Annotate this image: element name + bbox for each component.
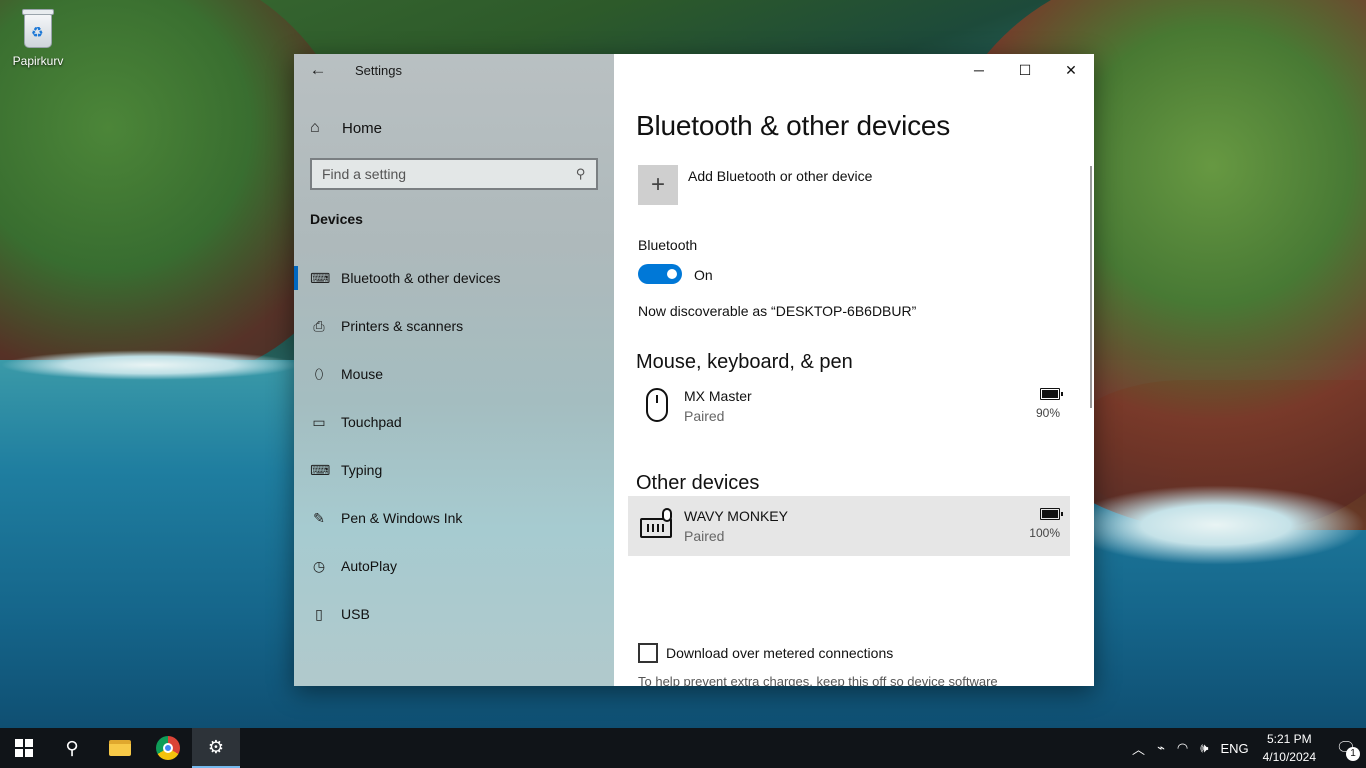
settings-sidebar: ← Settings ⌂ Home ⚲ Devices ⌨ Bluetooth …	[294, 54, 614, 686]
discoverable-text: Now discoverable as “DESKTOP-6B6DBUR”	[638, 303, 917, 319]
metered-checkbox[interactable]	[638, 643, 658, 663]
volume-icon[interactable]: 🕪	[1200, 740, 1208, 756]
sidebar-item-label: AutoPlay	[341, 558, 398, 574]
recycle-bin-label: Papirkurv	[12, 54, 64, 68]
clock-date: 4/10/2024	[1262, 750, 1316, 764]
device-row[interactable]: WAVY MONKEY Paired 100%	[628, 496, 1070, 556]
device-status: Paired	[684, 528, 725, 544]
group-heading-other-devices: Other devices	[636, 472, 760, 494]
maximize-icon: ☐	[1018, 61, 1032, 78]
close-button[interactable]: ✕	[1048, 54, 1094, 86]
sidebar-item-printers[interactable]: ⎙ Printers & scanners	[294, 302, 614, 350]
recycle-bin-shortcut[interactable]: ♻ Papirkurv	[8, 6, 68, 68]
settings-search[interactable]: ⚲	[310, 158, 598, 190]
plus-icon: +	[638, 165, 678, 205]
printer-icon: ⎙	[313, 317, 325, 334]
pen-icon: ✎	[313, 509, 325, 526]
device-row[interactable]: MX Master Paired 90%	[628, 376, 1070, 436]
device-name: WAVY MONKEY	[684, 508, 788, 524]
sidebar-item-label: Pen & Windows Ink	[341, 510, 463, 526]
battery-percent: 100%	[1029, 526, 1060, 540]
search-icon[interactable]: ⚲	[576, 166, 586, 182]
page-title: Bluetooth & other devices	[636, 110, 951, 141]
chrome-icon	[156, 736, 180, 760]
mouse-icon: ⬯	[314, 365, 324, 382]
device-name: MX Master	[684, 388, 752, 404]
back-arrow-icon: ←	[309, 60, 327, 79]
keyboard-mouse-icon	[640, 508, 674, 544]
mouse-icon	[640, 388, 674, 424]
home-icon: ⌂	[310, 119, 320, 136]
sidebar-item-autoplay[interactable]: ◷ AutoPlay	[294, 542, 614, 590]
metered-label: Download over metered connections	[666, 645, 894, 661]
chevron-up-icon[interactable]: ︿	[1132, 739, 1145, 758]
file-explorer-button[interactable]	[96, 728, 144, 768]
settings-window: ← Settings ⌂ Home ⚲ Devices ⌨ Bluetooth …	[294, 54, 1094, 686]
settings-content: ─ ☐ ✕ Bluetooth & other devices + Add Bl…	[614, 54, 1094, 686]
add-device-button[interactable]: + Add Bluetooth or other device	[638, 165, 872, 205]
notification-badge: 1	[1346, 747, 1360, 761]
search-icon: ⚲	[65, 737, 79, 758]
settings-taskbar-button[interactable]: ⚙	[192, 728, 240, 768]
battery-icon	[1040, 508, 1063, 520]
device-status: Paired	[684, 408, 725, 424]
sidebar-item-usb[interactable]: ▯ USB	[294, 590, 614, 638]
taskbar: ⚲ ⚙ ︿ ⌁ ◠ 🕪 ENG 5:21 PM 4/10/2024 🗨 1	[0, 728, 1366, 768]
minimize-icon: ─	[974, 62, 984, 78]
title-bar: ← Settings	[294, 54, 614, 86]
scrollbar[interactable]	[1090, 166, 1092, 408]
minimize-button[interactable]: ─	[956, 54, 1002, 86]
language-indicator[interactable]: ENG	[1220, 741, 1248, 756]
clock-time: 5:21 PM	[1266, 732, 1312, 746]
sidebar-item-label: USB	[341, 606, 370, 622]
sidebar-item-label: Printers & scanners	[341, 318, 464, 334]
window-controls: ─ ☐ ✕	[956, 54, 1094, 86]
autoplay-icon: ◷	[312, 557, 326, 574]
start-button[interactable]	[0, 728, 48, 768]
battery-percent: 90%	[1035, 406, 1060, 420]
bluetooth-devices-icon: ⌨	[310, 269, 331, 286]
bluetooth-label: Bluetooth	[638, 237, 698, 253]
sidebar-item-typing[interactable]: ⌨ Typing	[294, 446, 614, 494]
gear-icon: ⚙	[207, 736, 225, 757]
usb-icon: ▯	[315, 605, 323, 622]
home-link[interactable]: ⌂ Home	[310, 116, 382, 140]
sidebar-item-pen[interactable]: ✎ Pen & Windows Ink	[294, 494, 614, 542]
search-input[interactable]	[322, 166, 577, 182]
back-button[interactable]: ←	[306, 60, 330, 80]
bluetooth-state: On	[694, 267, 713, 283]
windows-logo-icon	[15, 739, 33, 757]
battery-icon	[1040, 388, 1063, 400]
sidebar-item-label: Touchpad	[341, 414, 402, 430]
folder-icon	[109, 740, 131, 756]
home-label: Home	[342, 119, 383, 137]
group-heading-mouse-keyboard: Mouse, keyboard, & pen	[636, 351, 853, 373]
sidebar-item-label: Mouse	[341, 366, 384, 382]
section-heading: Devices	[310, 211, 363, 227]
close-icon: ✕	[1065, 61, 1077, 78]
sidebar-item-label: Typing	[341, 462, 383, 478]
search-button[interactable]: ⚲	[48, 728, 96, 768]
bluetooth-toggle[interactable]	[638, 264, 682, 284]
chrome-button[interactable]	[144, 728, 192, 768]
sidebar-item-mouse[interactable]: ⬯ Mouse	[294, 350, 614, 398]
add-device-label: Add Bluetooth or other device	[688, 168, 873, 184]
system-tray: ︿ ⌁ ◠ 🕪 ENG 5:21 PM 4/10/2024 🗨 1	[1126, 728, 1366, 768]
clock[interactable]: 5:21 PM 4/10/2024	[1263, 730, 1316, 766]
sidebar-item-bluetooth[interactable]: ⌨ Bluetooth & other devices	[294, 254, 614, 302]
metered-option: Download over metered connections	[638, 643, 893, 663]
keyboard-icon: ⌨	[310, 461, 331, 478]
window-title: Settings	[355, 63, 402, 78]
maximize-button[interactable]: ☐	[1002, 54, 1048, 86]
touchpad-icon: ▭	[312, 413, 326, 430]
wifi-icon[interactable]: ◠	[1177, 740, 1188, 756]
sidebar-item-touchpad[interactable]: ▭ Touchpad	[294, 398, 614, 446]
recycle-bin-icon: ♻	[20, 6, 56, 50]
sidebar-nav: ⌨ Bluetooth & other devices ⎙ Printers &…	[294, 254, 614, 638]
action-center-button[interactable]: 🗨 1	[1326, 728, 1366, 768]
power-icon[interactable]: ⌁	[1157, 740, 1165, 756]
metered-help-text: To help prevent extra charges, keep this…	[638, 674, 998, 686]
sidebar-item-label: Bluetooth & other devices	[341, 270, 501, 286]
